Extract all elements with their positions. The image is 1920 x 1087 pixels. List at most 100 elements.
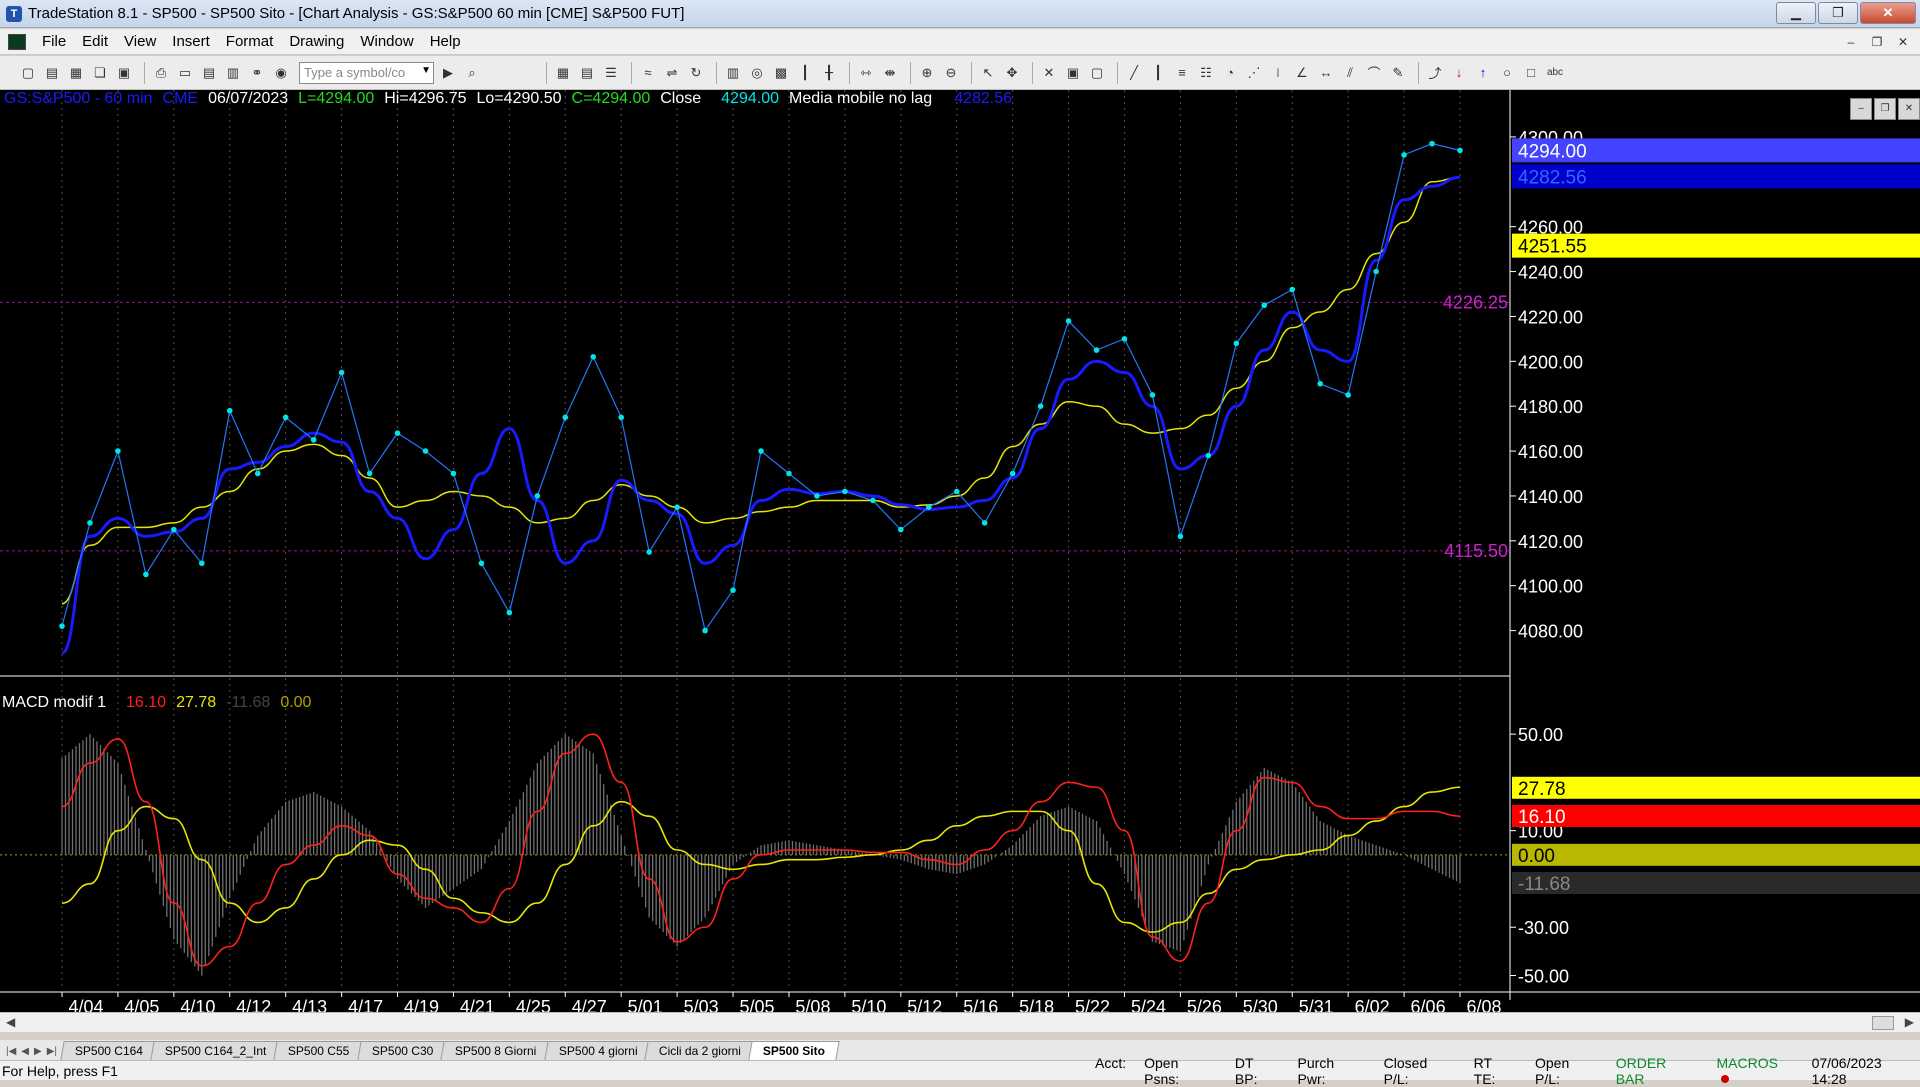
copy-icon[interactable]: ❏ xyxy=(90,63,110,83)
menu-drawing[interactable]: Drawing xyxy=(281,33,352,50)
grid-icon[interactable]: ▦ xyxy=(553,63,573,83)
tab-sp500-c55[interactable]: SP500 C55 xyxy=(273,1041,365,1060)
maximize-button[interactable]: ❐ xyxy=(1818,2,1858,24)
refresh-icon[interactable]: ↻ xyxy=(686,63,706,83)
mdi-close-icon[interactable]: ✕ xyxy=(1892,32,1914,52)
trendline-icon[interactable]: ╱ xyxy=(1124,63,1144,83)
matrix-icon[interactable]: ▩ xyxy=(771,63,791,83)
menu-view[interactable]: View xyxy=(116,33,164,50)
horizontal-lines-icon[interactable]: ≡ xyxy=(1172,63,1192,83)
macros-button[interactable]: MACROS xyxy=(1717,1055,1794,1087)
tab-sp500-4-giorni[interactable]: SP500 4 giorni xyxy=(543,1041,653,1060)
tab-next-icon[interactable]: ▶ xyxy=(34,1046,42,1057)
chart-restore-icon[interactable]: ❐ xyxy=(1874,98,1896,120)
globe-icon[interactable]: ◉ xyxy=(271,63,291,83)
candle-icon[interactable]: ╂ xyxy=(819,63,839,83)
order-bar-button[interactable]: ORDER BAR xyxy=(1616,1055,1699,1087)
speed-icon[interactable]: ◔ xyxy=(1220,63,1240,83)
tab-cicli-da-2-giorni[interactable]: Cicli da 2 giorni xyxy=(644,1041,757,1060)
save-icon[interactable]: ▦ xyxy=(66,63,86,83)
tab-sp500-c164-2-int[interactable]: SP500 C164_2_Int xyxy=(150,1041,282,1060)
bar-style-icon[interactable]: ┃ xyxy=(795,63,815,83)
zoom-in-icon[interactable]: ⊕ xyxy=(917,63,937,83)
chart-icon[interactable]: ▥ xyxy=(223,63,243,83)
price-point xyxy=(1289,286,1296,293)
menu-format[interactable]: Format xyxy=(218,33,282,50)
angle-icon[interactable]: ∠ xyxy=(1292,63,1312,83)
rectangle-icon[interactable]: □ xyxy=(1521,63,1541,83)
text-icon[interactable]: abc xyxy=(1545,63,1565,83)
chart-close-icon[interactable]: ✕ xyxy=(1898,98,1920,120)
close-button[interactable]: ✕ xyxy=(1860,2,1916,24)
price-point xyxy=(1149,392,1156,398)
arrow-up-icon[interactable]: ↑ xyxy=(1473,63,1493,83)
y-tick-label: 4140.00 xyxy=(1518,487,1583,507)
arrow-down-icon[interactable]: ↓ xyxy=(1449,63,1469,83)
tab-sp500-c164[interactable]: SP500 C164 xyxy=(60,1041,158,1060)
price-point xyxy=(199,560,205,567)
symbol-input[interactable]: Type a symbol/co ▼ xyxy=(299,61,434,84)
arrows-icon[interactable]: ↔ xyxy=(1316,63,1336,83)
channel-icon[interactable]: ⫽ xyxy=(1340,63,1360,83)
horizontal-scrollbar[interactable]: ◀ ▶ xyxy=(0,1012,1920,1032)
pencil-icon[interactable]: ✎ xyxy=(1388,63,1408,83)
drag-icon[interactable]: ✥ xyxy=(1002,63,1022,83)
open-icon[interactable]: ▤ xyxy=(42,63,62,83)
tab-prev-icon[interactable]: ◀ xyxy=(21,1046,29,1057)
bar-chart-icon[interactable]: ▥ xyxy=(723,63,743,83)
arc-icon[interactable]: ⌒ xyxy=(1364,63,1384,83)
note-icon[interactable]: ▢ xyxy=(1087,63,1107,83)
go-arrow-icon[interactable]: ▶ xyxy=(438,63,458,83)
tab-sp500-c30[interactable]: SP500 C30 xyxy=(357,1041,448,1060)
scroll-left-icon[interactable]: ◀ xyxy=(6,1015,15,1029)
data-icon[interactable]: ▣ xyxy=(1063,63,1083,83)
tab-sp500-8-giorni[interactable]: SP500 8 Giorni xyxy=(440,1041,552,1060)
tab-first-icon[interactable]: |◀ xyxy=(6,1046,16,1057)
menu-insert[interactable]: Insert xyxy=(164,33,218,50)
cursor-icon[interactable]: ↖ xyxy=(978,63,998,83)
indicator-icon[interactable]: ≈ xyxy=(638,63,658,83)
chevron-down-icon[interactable]: ▼ xyxy=(421,65,431,76)
print-preview-icon[interactable]: ▭ xyxy=(175,63,195,83)
mdi-minimize-icon[interactable]: – xyxy=(1840,32,1862,52)
mdi-restore-icon[interactable]: ❐ xyxy=(1866,32,1888,52)
tab-sp500-sito[interactable]: SP500 Sito xyxy=(748,1041,841,1060)
zoom-out-icon[interactable]: ⊖ xyxy=(941,63,961,83)
x-tick-label: 5/22 xyxy=(1075,997,1110,1012)
find-icon[interactable]: ⌕ xyxy=(462,63,482,83)
compress-icon[interactable]: ⇼ xyxy=(880,63,900,83)
curve-icon[interactable]: ⤴ xyxy=(1425,63,1445,83)
print-icon[interactable]: ⎙ xyxy=(151,63,171,83)
menu-help[interactable]: Help xyxy=(422,33,469,50)
table-icon[interactable]: ▤ xyxy=(577,63,597,83)
window-icon[interactable]: ▤ xyxy=(199,63,219,83)
ellipse-icon[interactable]: ○ xyxy=(1497,63,1517,83)
chart-window-icon[interactable] xyxy=(8,33,26,50)
new-icon[interactable]: ▢ xyxy=(18,63,38,83)
chart-minimize-icon[interactable]: – xyxy=(1850,98,1872,120)
paste-icon[interactable]: ▣ xyxy=(114,63,134,83)
strategy-icon[interactable]: ⇌ xyxy=(662,63,682,83)
fan-icon[interactable]: ⋰ xyxy=(1244,63,1264,83)
scroll-right-icon[interactable]: ▶ xyxy=(1905,1015,1914,1029)
scroll-thumb[interactable] xyxy=(1872,1016,1894,1030)
tab-last-icon[interactable]: ▶| xyxy=(47,1046,57,1057)
minimize-button[interactable]: ▁ xyxy=(1776,2,1816,24)
menu-file[interactable]: File xyxy=(34,33,74,50)
gann-icon[interactable]: ⧘ xyxy=(1268,63,1288,83)
tools-icon[interactable]: ✕ xyxy=(1039,63,1059,83)
price-chart[interactable]: 4/04 4/05 4/10 4/12 4/13 4/17 4/19 4/21 4/25 4/27… xyxy=(0,90,1920,1012)
fib-icon[interactable]: ☷ xyxy=(1196,63,1216,83)
link-icon[interactable]: ⚭ xyxy=(247,63,267,83)
macd-v4: 0.00 xyxy=(280,694,312,711)
price-point xyxy=(730,587,736,593)
menu-window[interactable]: Window xyxy=(352,33,421,50)
chart-analysis-window[interactable]: 4/04 4/05 4/10 4/12 4/13 4/17 4/19 4/21 4/25 4/27… xyxy=(0,90,1920,1012)
tradestation-app-icon[interactable]: T xyxy=(6,5,22,22)
menu-edit[interactable]: Edit xyxy=(74,33,116,50)
expand-icon[interactable]: ⇿ xyxy=(856,63,876,83)
radar-icon[interactable]: ◎ xyxy=(747,63,767,83)
price-point xyxy=(674,504,680,510)
vertical-lines-icon[interactable]: ┃ xyxy=(1148,63,1168,83)
list-icon[interactable]: ☰ xyxy=(601,63,621,83)
